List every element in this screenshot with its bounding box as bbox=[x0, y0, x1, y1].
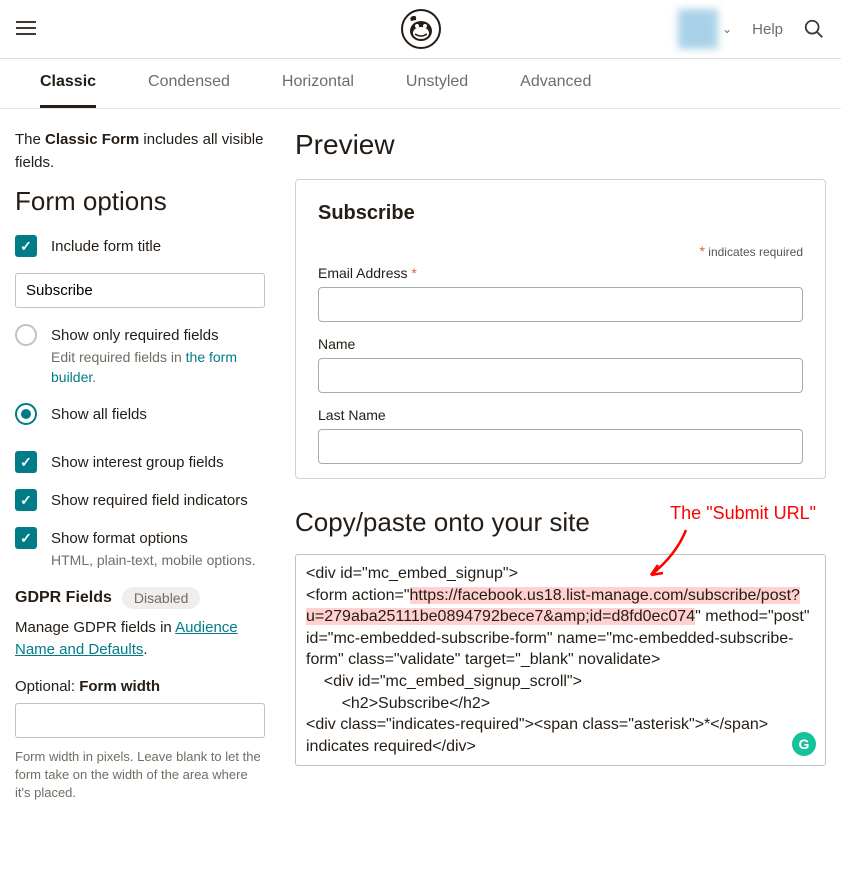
content: Preview Subscribe * indicates required E… bbox=[295, 129, 826, 802]
subscribe-heading: Subscribe bbox=[318, 202, 803, 225]
annotation-label: The "Submit URL" bbox=[670, 503, 816, 524]
show-required-label: Show only required fields bbox=[51, 325, 265, 346]
include-title-row: Include form title bbox=[15, 235, 265, 257]
show-interest-checkbox[interactable] bbox=[15, 451, 37, 473]
embed-code-textarea[interactable]: <div id="mc_embed_signup"> <form action=… bbox=[295, 554, 826, 766]
form-title-input[interactable] bbox=[15, 273, 265, 308]
include-title-label: Include form title bbox=[51, 235, 265, 257]
preview-heading: Preview bbox=[295, 129, 826, 161]
include-title-checkbox[interactable] bbox=[15, 235, 37, 257]
name-label: Name bbox=[318, 336, 803, 352]
tab-classic[interactable]: Classic bbox=[40, 59, 96, 108]
show-indicators-label: Show required field indicators bbox=[51, 489, 265, 511]
avatar bbox=[678, 9, 718, 49]
form-width-input[interactable] bbox=[15, 703, 265, 738]
tabs: Classic Condensed Horizontal Unstyled Ad… bbox=[0, 59, 841, 109]
lastname-label: Last Name bbox=[318, 407, 803, 423]
show-required-row: Show only required fields Edit required … bbox=[15, 324, 265, 387]
form-options-heading: Form options bbox=[15, 186, 265, 217]
copy-section: Copy/paste onto your site The "Submit UR… bbox=[295, 507, 826, 766]
chevron-down-icon: ⌄ bbox=[722, 22, 732, 36]
topbar-right: ⌄ Help bbox=[678, 9, 825, 49]
format-sub: HTML, plain-text, mobile options. bbox=[51, 551, 265, 571]
show-required-radio[interactable] bbox=[15, 324, 37, 346]
gdpr-title: GDPR Fields bbox=[15, 589, 112, 607]
form-width-help: Form width in pixels. Leave blank to let… bbox=[15, 748, 265, 803]
topbar: ⌄ Help bbox=[0, 0, 841, 59]
show-format-row: Show format options HTML, plain-text, mo… bbox=[15, 527, 265, 571]
monkey-icon bbox=[401, 9, 441, 49]
account-menu[interactable]: ⌄ bbox=[678, 9, 732, 49]
required-note: * indicates required bbox=[318, 243, 803, 259]
email-input[interactable] bbox=[318, 287, 803, 322]
show-interest-row: Show interest group fields bbox=[15, 451, 265, 473]
optional-row: Optional: Form width bbox=[15, 678, 265, 695]
email-label: Email Address * bbox=[318, 265, 803, 281]
sidebar: The Classic Form includes all visible fi… bbox=[15, 129, 265, 802]
edit-required-sub: Edit required fields in the form builder… bbox=[51, 348, 265, 387]
tab-condensed[interactable]: Condensed bbox=[148, 59, 230, 108]
help-link[interactable]: Help bbox=[752, 21, 783, 38]
name-input[interactable] bbox=[318, 358, 803, 393]
gdpr-manage-text: Manage GDPR fields in Audience Name and … bbox=[15, 617, 265, 662]
tab-advanced[interactable]: Advanced bbox=[520, 59, 591, 108]
show-all-radio[interactable] bbox=[15, 403, 37, 425]
tab-unstyled[interactable]: Unstyled bbox=[406, 59, 468, 108]
show-format-checkbox[interactable] bbox=[15, 527, 37, 549]
show-indicators-row: Show required field indicators bbox=[15, 489, 265, 511]
tab-horizontal[interactable]: Horizontal bbox=[282, 59, 354, 108]
mailchimp-logo[interactable] bbox=[401, 9, 441, 49]
preview-box: Subscribe * indicates required Email Add… bbox=[295, 179, 826, 479]
menu-icon[interactable] bbox=[16, 17, 40, 41]
gdpr-badge: Disabled bbox=[122, 587, 200, 609]
gdpr-row: GDPR Fields Disabled bbox=[15, 587, 265, 609]
show-format-label: Show format options bbox=[51, 528, 265, 549]
show-all-row: Show all fields bbox=[15, 403, 265, 425]
show-indicators-checkbox[interactable] bbox=[15, 489, 37, 511]
intro-text: The Classic Form includes all visible fi… bbox=[15, 129, 265, 174]
main-content: The Classic Form includes all visible fi… bbox=[0, 109, 841, 822]
search-icon[interactable] bbox=[803, 18, 825, 40]
show-all-label: Show all fields bbox=[51, 403, 265, 425]
arrow-icon bbox=[636, 525, 696, 585]
lastname-input[interactable] bbox=[318, 429, 803, 464]
show-interest-label: Show interest group fields bbox=[51, 451, 265, 473]
